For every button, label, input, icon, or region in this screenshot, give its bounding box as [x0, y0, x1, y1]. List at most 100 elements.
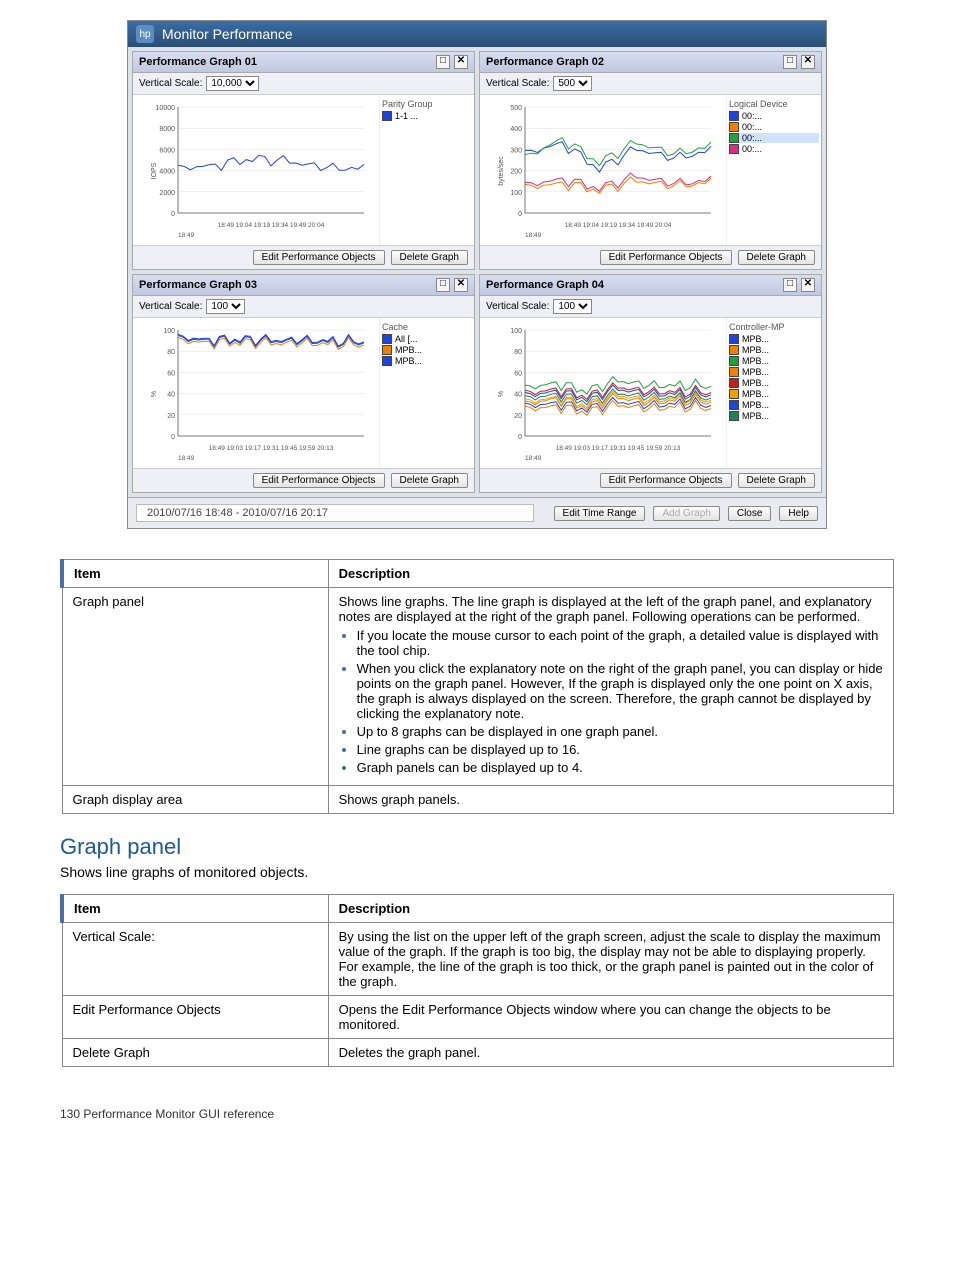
- legend-item[interactable]: 00:...: [729, 122, 819, 132]
- legend-item[interactable]: All [...: [382, 334, 472, 344]
- edit-performance-objects-button[interactable]: Edit Performance Objects: [253, 473, 385, 488]
- titlebar: hp Monitor Performance: [128, 21, 826, 47]
- legend: Logical Device 00:... 00:... 00:... 00:.…: [726, 95, 821, 245]
- edit-performance-objects-button[interactable]: Edit Performance Objects: [600, 250, 732, 265]
- delete-graph-button[interactable]: Delete Graph: [391, 250, 468, 265]
- legend-swatch-icon: [382, 345, 392, 355]
- legend-item[interactable]: 00:...: [729, 111, 819, 121]
- legend-item[interactable]: 00:...: [729, 144, 819, 154]
- graph-panel-body: 020406080100%18:49 19:03 19:17 19:31 19:…: [480, 318, 821, 468]
- legend-swatch-icon: [729, 378, 739, 388]
- cell-desc: Shows graph panels.: [328, 786, 893, 814]
- legend-title: Logical Device: [729, 99, 819, 109]
- vertical-scale-select[interactable]: 100: [553, 299, 592, 314]
- graph-panel-header: Performance Graph 03 □ ✕: [133, 275, 474, 296]
- svg-text:500: 500: [510, 105, 522, 112]
- svg-text:100: 100: [510, 190, 522, 197]
- table-row: Graph display area Shows graph panels.: [62, 786, 894, 814]
- graph-panel: Performance Graph 01 □ ✕ Vertical Scale:…: [132, 51, 475, 270]
- svg-text:100: 100: [510, 328, 522, 335]
- graph-panel-header: Performance Graph 02 □ ✕: [480, 52, 821, 73]
- graph-panel-header: Performance Graph 01 □ ✕: [133, 52, 474, 73]
- legend-swatch-icon: [729, 133, 739, 143]
- graph-panel-footer: Edit Performance Objects Delete Graph: [480, 245, 821, 269]
- close-icon[interactable]: ✕: [454, 278, 468, 292]
- section-heading: Graph panel: [60, 834, 894, 860]
- vertical-scale-label: Vertical Scale:: [139, 301, 202, 312]
- delete-graph-button[interactable]: Delete Graph: [738, 250, 815, 265]
- edit-time-range-button[interactable]: Edit Time Range: [554, 506, 646, 521]
- graph-panel-title: Performance Graph 02: [486, 56, 604, 68]
- legend-title: Parity Group: [382, 99, 472, 109]
- cell-item: Delete Graph: [62, 1039, 328, 1067]
- close-button[interactable]: Close: [728, 506, 772, 521]
- legend-label: MPB...: [742, 378, 769, 388]
- graph-panel-controls: Vertical Scale: 100: [480, 296, 821, 318]
- delete-graph-button[interactable]: Delete Graph: [738, 473, 815, 488]
- close-icon[interactable]: ✕: [801, 278, 815, 292]
- help-button[interactable]: Help: [779, 506, 818, 521]
- legend-item[interactable]: 1-1 ...: [382, 111, 472, 121]
- close-icon[interactable]: ✕: [801, 55, 815, 69]
- svg-text:100: 100: [163, 328, 175, 335]
- legend-item[interactable]: MPB...: [729, 411, 819, 421]
- edit-performance-objects-button[interactable]: Edit Performance Objects: [253, 250, 385, 265]
- svg-text:18:49 19:04 19:19 19:34 19: 18:49 19:04 19:19 19:34 19:49 20:04: [565, 222, 672, 229]
- maximize-icon[interactable]: □: [436, 55, 450, 69]
- legend: Cache All [... MPB... MPB...: [379, 318, 474, 468]
- svg-text:18:49 19:03 19:17 19:31 19: 18:49 19:03 19:17 19:31 19:45 19:59 20:1…: [209, 445, 334, 452]
- svg-text:60: 60: [167, 370, 175, 377]
- graph-panel-controls: Vertical Scale: 10,000: [133, 73, 474, 95]
- legend-swatch-icon: [729, 345, 739, 355]
- legend-swatch-icon: [729, 122, 739, 132]
- svg-text:80: 80: [514, 349, 522, 356]
- svg-text:0: 0: [171, 434, 175, 441]
- svg-text:%: %: [498, 391, 505, 397]
- graph-panel-controls: Vertical Scale: 500: [480, 73, 821, 95]
- legend-item[interactable]: MPB...: [729, 400, 819, 410]
- graph-panel-controls: Vertical Scale: 100: [133, 296, 474, 318]
- legend-swatch-icon: [729, 111, 739, 121]
- legend-item[interactable]: MPB...: [729, 378, 819, 388]
- legend-item[interactable]: MPB...: [382, 345, 472, 355]
- graph-panel-header: Performance Graph 04 □ ✕: [480, 275, 821, 296]
- svg-text:40: 40: [514, 392, 522, 399]
- close-icon[interactable]: ✕: [454, 55, 468, 69]
- svg-text:18:49: 18:49: [178, 455, 195, 462]
- legend-item[interactable]: MPB...: [729, 334, 819, 344]
- legend-swatch-icon: [729, 389, 739, 399]
- legend-item[interactable]: MPB...: [729, 367, 819, 377]
- vertical-scale-select[interactable]: 100: [206, 299, 245, 314]
- legend-title: Cache: [382, 322, 472, 332]
- edit-performance-objects-button[interactable]: Edit Performance Objects: [600, 473, 732, 488]
- col-description: Description: [328, 560, 893, 588]
- legend-item[interactable]: MPB...: [729, 356, 819, 366]
- list-item: If you locate the mouse cursor to each p…: [357, 628, 883, 658]
- vertical-scale-select[interactable]: 10,000: [206, 76, 259, 91]
- add-graph-button[interactable]: Add Graph: [653, 506, 719, 521]
- legend-label: MPB...: [395, 345, 422, 355]
- legend-item[interactable]: MPB...: [729, 389, 819, 399]
- legend-label: 00:...: [742, 144, 762, 154]
- col-item: Item: [62, 560, 328, 588]
- vertical-scale-select[interactable]: 500: [553, 76, 592, 91]
- legend-swatch-icon: [382, 111, 392, 121]
- delete-graph-button[interactable]: Delete Graph: [391, 473, 468, 488]
- legend-item[interactable]: MPB...: [382, 356, 472, 366]
- list-item: Graph panels can be displayed up to 4.: [357, 760, 883, 775]
- legend-item[interactable]: MPB...: [729, 345, 819, 355]
- legend-item[interactable]: 00:...: [729, 133, 819, 143]
- bottom-bar: 2010/07/16 18:48 - 2010/07/16 20:17 Edit…: [128, 497, 826, 528]
- time-range-readout: 2010/07/16 18:48 - 2010/07/16 20:17: [136, 504, 534, 522]
- legend-label: MPB...: [742, 345, 769, 355]
- maximize-icon[interactable]: □: [783, 278, 797, 292]
- maximize-icon[interactable]: □: [783, 55, 797, 69]
- graph-overview-table: Item Description Graph panel Shows line …: [60, 559, 894, 814]
- list-item: Line graphs can be displayed up to 16.: [357, 742, 883, 757]
- maximize-icon[interactable]: □: [436, 278, 450, 292]
- legend-swatch-icon: [729, 400, 739, 410]
- hp-logo-icon: hp: [136, 25, 154, 43]
- graph-panel-body: 020406080100%18:49 19:03 19:17 19:31 19:…: [133, 318, 474, 468]
- vertical-scale-label: Vertical Scale:: [139, 78, 202, 89]
- legend-swatch-icon: [729, 356, 739, 366]
